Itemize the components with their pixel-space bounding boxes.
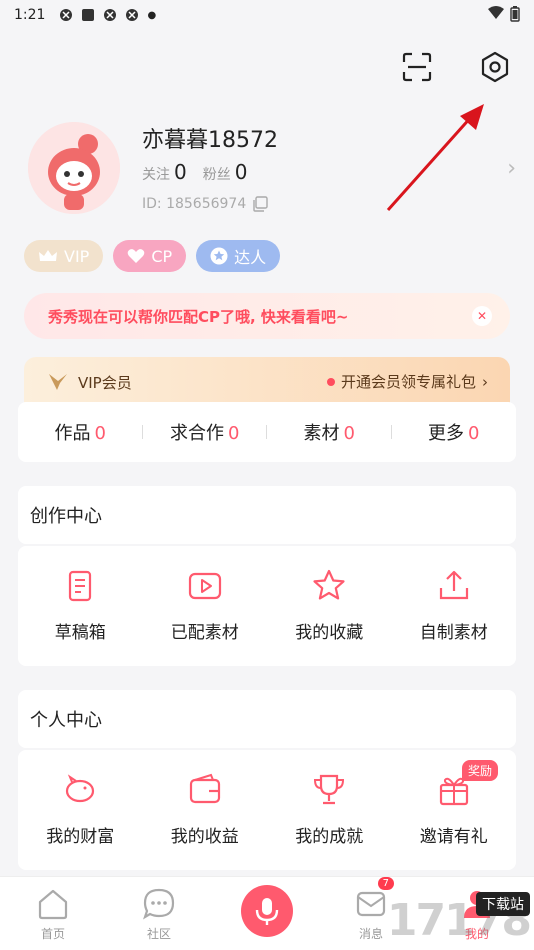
top-actions [400,50,512,84]
my-wealth-label: 我的财富 [46,827,115,847]
tab-collaboration[interactable]: 求合作 0 [143,419,267,445]
dubbed-materials-label: 已配素材 [170,623,239,643]
following-label: 关注 [142,167,170,183]
invite-rewards-button[interactable]: 奖励 邀请有礼 [392,750,517,870]
draft-icon [69,570,92,602]
fans-label: 粉丝 [202,167,231,183]
vip-label: VIP会员 [78,373,132,392]
site-watermark-tag: 下载站 [476,892,530,916]
follow-stats: 关注 0 粉丝 0 [142,160,259,184]
creation-center-grid: 草稿箱 已配素材 我的收藏 自制素材 [18,546,516,666]
wifi-icon [488,6,504,19]
badge-row: VIP CP 达人 [24,240,281,272]
avatar-mascot-icon [28,122,120,214]
content-tabs: 作品 0 求合作 0 素材 0 更多 0 [18,402,516,462]
mic-icon [255,898,279,925]
message-badge: 7 [377,877,394,890]
profile-header[interactable]: 亦暮暮18572 关注 0 粉丝 0 ID: 185656974 › [28,122,518,222]
close-icon[interactable]: ✕ [472,306,492,326]
tab-messages-label: 消息 [358,927,383,941]
status-bar: 1:21 ● [0,0,534,30]
play-icon [188,572,221,600]
reward-badge: 奖励 [461,760,498,781]
app-icon [82,9,95,21]
copy-icon[interactable] [252,196,268,212]
drafts-label: 草稿箱 [54,623,106,643]
badge-expert[interactable]: 达人 [196,240,281,272]
chevron-right-icon[interactable]: › [507,156,516,181]
my-achievements-label: 我的成就 [295,827,364,847]
tab-works[interactable]: 作品 0 [18,419,143,445]
creation-center-title: 创作中心 [18,486,516,544]
personal-center-grid: 我的财富 我的收益 我的成就 奖励 邀请有礼 [18,750,516,870]
scan-icon[interactable] [400,50,434,84]
drafts-button[interactable]: 草稿箱 [18,546,143,666]
badge-vip-label: VIP [64,246,90,266]
my-achievements-button[interactable]: 我的成就 [267,750,392,870]
tab-more-count: 0 [468,423,480,444]
fans-count[interactable]: 0 [235,160,248,184]
settings-icon[interactable] [478,50,512,84]
chat-icon [143,888,175,920]
red-dot-indicator [326,377,335,386]
username: 亦暮暮18572 [142,128,278,153]
following-count[interactable]: 0 [174,160,187,184]
my-earnings-label: 我的收益 [170,827,239,847]
tab-more-label: 更多 [428,423,465,444]
tab-collaboration-count: 0 [228,423,240,444]
upload-icon [439,570,468,600]
record-button[interactable] [241,885,293,937]
user-id-text: ID: 185656974 [142,196,247,212]
tab-materials[interactable]: 素材 0 [267,419,392,445]
personal-center-heading: 个人中心 [30,710,102,731]
notification-icon [126,9,139,21]
vip-logo-icon [49,374,67,390]
home-icon [38,889,68,920]
battery-icon [510,6,520,22]
personal-center-title: 个人中心 [18,690,516,748]
tab-community[interactable]: 社区 [106,877,212,942]
cp-match-banner[interactable]: 秀秀现在可以帮你匹配CP了哦, 快来看看吧~ ✕ [24,293,510,339]
notification-icon [104,9,117,21]
tab-more[interactable]: 更多 0 [392,419,517,445]
badge-cp-label: CP [151,246,173,266]
wallet-icon [189,773,220,804]
avatar[interactable] [28,122,120,214]
tab-materials-count: 0 [343,423,355,444]
notification-icon [60,9,73,21]
chevron-right-icon: › [482,372,488,391]
favorites-label: 我的收藏 [295,623,364,643]
piggy-bank-icon [66,774,95,803]
badge-vip[interactable]: VIP [24,240,104,272]
tab-works-label: 作品 [54,423,91,444]
tab-collaboration-label: 求合作 [170,423,225,444]
badge-cp[interactable]: CP [113,240,187,272]
more-dot-icon: ● [147,9,157,21]
my-wealth-button[interactable]: 我的财富 [18,750,143,870]
tab-works-count: 0 [94,423,106,444]
creation-center-heading: 创作中心 [30,506,102,527]
my-earnings-button[interactable]: 我的收益 [143,750,268,870]
message-icon [356,891,386,917]
dubbed-materials-button[interactable]: 已配素材 [143,546,268,666]
tab-community-label: 社区 [146,927,171,941]
favorites-button[interactable]: 我的收藏 [267,546,392,666]
self-made-materials-label: 自制素材 [419,623,488,643]
trophy-icon [314,774,345,805]
tab-home-label: 首页 [40,927,65,941]
cp-match-text: 秀秀现在可以帮你匹配CP了哦, 快来看看吧~ [48,307,349,326]
star-icon [313,569,345,600]
vip-gift-label: 开通会员领专属礼包 [340,373,476,391]
heart-icon [128,249,145,263]
invite-rewards-label: 邀请有礼 [419,827,488,847]
status-time: 1:21 [14,7,46,23]
tab-home[interactable]: 首页 [0,877,106,942]
crown-icon [39,250,57,261]
self-made-materials-button[interactable]: 自制素材 [392,546,517,666]
vip-membership-bar[interactable]: VIP会员 开通会员领专属礼包 › [24,357,510,407]
tab-materials-label: 素材 [303,423,340,444]
badge-expert-label: 达人 [234,248,267,267]
user-id: ID: 185656974 [142,196,268,212]
star-icon [210,247,228,265]
